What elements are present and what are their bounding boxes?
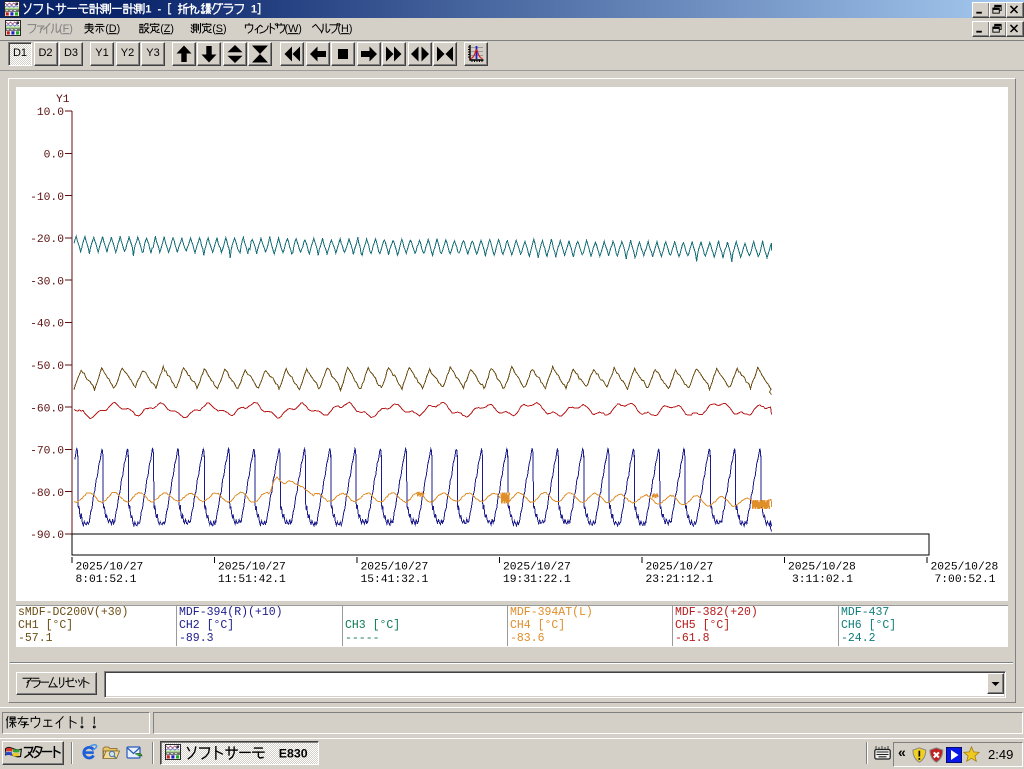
svg-text:-50.0: -50.0 xyxy=(30,361,64,373)
svg-text:3:11:02.1: 3:11:02.1 xyxy=(792,574,853,586)
svg-text:(W): (W) xyxy=(284,23,301,35)
svg-text:-70.0: -70.0 xyxy=(30,446,64,458)
svg-text:1: 1 xyxy=(251,4,257,16)
svg-text:2025/10/27: 2025/10/27 xyxy=(503,562,571,574)
svg-text:(H): (H) xyxy=(337,23,352,35)
svg-text:-20.0: -20.0 xyxy=(30,234,64,246)
svg-text:(F): (F) xyxy=(59,23,73,35)
svg-text:7:00:52.1: 7:00:52.1 xyxy=(935,574,996,586)
svg-text:15:41:32.1: 15:41:32.1 xyxy=(361,574,429,586)
svg-text:E830: E830 xyxy=(279,747,308,761)
svg-text:-80.0: -80.0 xyxy=(30,488,64,500)
svg-text:(D): (D) xyxy=(105,23,120,35)
svg-text:8:01:52.1: 8:01:52.1 xyxy=(76,574,137,586)
svg-text:1: 1 xyxy=(145,4,151,16)
svg-text:-40.0: -40.0 xyxy=(30,319,64,331)
svg-text:Y1: Y1 xyxy=(56,94,70,106)
svg-text:0.0: 0.0 xyxy=(44,150,65,162)
svg-text:10.0: 10.0 xyxy=(37,107,64,119)
svg-text:-60.0: -60.0 xyxy=(30,403,64,415)
svg-text:2025/10/27: 2025/10/27 xyxy=(76,562,144,574)
svg-text:2025/10/27: 2025/10/27 xyxy=(218,562,286,574)
svg-text:2025/10/28: 2025/10/28 xyxy=(931,562,999,574)
svg-text:11:51:42.1: 11:51:42.1 xyxy=(218,574,286,586)
svg-text:(S): (S) xyxy=(212,23,226,35)
svg-text:2025/10/27: 2025/10/27 xyxy=(361,562,429,574)
svg-text:19:31:22.1: 19:31:22.1 xyxy=(503,574,571,586)
svg-text:-10.0: -10.0 xyxy=(30,192,64,204)
svg-text:-90.0: -90.0 xyxy=(30,530,64,542)
svg-text:2025/10/28: 2025/10/28 xyxy=(788,562,856,574)
svg-text:(Z): (Z) xyxy=(160,23,174,35)
svg-text:-: - xyxy=(158,4,162,16)
svg-text:-30.0: -30.0 xyxy=(30,276,64,288)
svg-text:2025/10/27: 2025/10/27 xyxy=(646,562,714,574)
svg-text:23:21:12.1: 23:21:12.1 xyxy=(646,574,714,586)
